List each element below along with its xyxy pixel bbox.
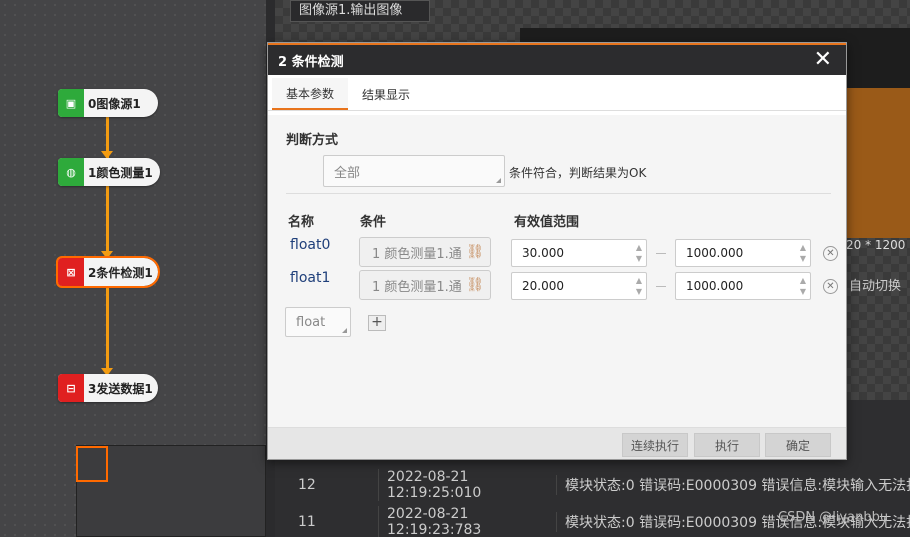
condition-check-dialog: 2 条件检测 ✕ 基本参数 结果显示 判断方式 全部 条件符合，判断结果为OK … [267,42,847,460]
node-label: 0图像源1 [88,96,141,111]
log-time: 2022-08-21 12:19:25:010 [378,469,556,501]
dialog-tabs: 基本参数 结果显示 [268,75,846,111]
image-icon: ▣ [58,89,84,117]
table-row[interactable]: 12 2022-08-21 12:19:25:010 模块状态:0 错误码:E0… [290,467,910,503]
link-icon[interactable]: ⛓ [466,244,484,260]
tab-result-display[interactable]: 结果显示 [348,78,424,110]
flow-node-send-data[interactable]: ⊟ 3发送数据1 [58,374,158,402]
run-button[interactable]: 执行 [694,433,760,457]
judge-mode-select[interactable]: 全部 [323,155,505,187]
header-valid-range: 有效值范围 [514,215,580,230]
resolution-readout: 20 * 1200 [846,238,906,252]
add-condition-button[interactable]: + [368,315,386,331]
connector [106,286,109,372]
header-condition: 条件 [360,215,387,230]
spin-arrows-icon[interactable]: ▲ ▼ [800,275,806,297]
range-min-input[interactable]: 30.000 ▲ ▼ [511,239,647,267]
minimap-viewport[interactable] [76,446,108,482]
node-label: 2条件检测1 [88,265,153,280]
range-dash [656,253,666,254]
warning-sign-image [840,88,910,238]
close-icon[interactable]: ✕ [814,47,832,73]
watermark: CSDN @liyanbbu [778,510,889,525]
condition-source-text: 1 颜色测量1.通 [372,246,462,262]
flow-canvas[interactable]: ▣ 0图像源1 ◍ 1颜色测量1 ⊠ 2条件检测1 ⊟ 3发送数据1 [0,0,266,537]
connector [106,186,109,254]
judge-hint: 条件符合，判断结果为OK [509,166,647,180]
range-max-value: 1000.000 [686,279,744,293]
range-max-value: 1000.000 [686,246,744,260]
remove-condition-icon[interactable]: ✕ [823,279,838,294]
image-source-tab[interactable]: 图像源1.输出图像 [290,0,430,22]
tab-basic-params[interactable]: 基本参数 [272,78,349,110]
spin-arrows-icon[interactable]: ▲ ▼ [636,275,642,297]
spin-arrows-icon[interactable]: ▲ ▼ [800,242,806,264]
dialog-footer: 连续执行 执行 确定 [268,427,846,459]
condition-check-icon: ⊠ [58,258,84,286]
node-label: 1颜色测量1 [88,165,153,180]
condition-name: float0 [290,237,331,253]
node-label: 3发送数据1 [88,381,153,396]
log-id: 12 [298,477,316,493]
condition-name: float1 [290,270,331,286]
flow-node-image-source[interactable]: ▣ 0图像源1 [58,89,158,117]
log-time: 2022-08-21 12:19:23:783 [378,506,556,537]
range-min-value: 30.000 [522,246,564,260]
log-id: 11 [298,514,316,530]
condition-source-text: 1 颜色测量1.通 [372,279,462,295]
condition-source-field[interactable]: 1 颜色测量1.通 ⛓ [359,237,491,267]
range-min-input[interactable]: 20.000 ▲ ▼ [511,272,647,300]
color-measure-icon: ◍ [58,158,84,186]
remove-condition-icon[interactable]: ✕ [823,246,838,261]
link-icon[interactable]: ⛓ [466,277,484,293]
header-name: 名称 [288,215,315,230]
dialog-body: 判断方式 全部 条件符合，判断结果为OK 名称 条件 有效值范围 float0 … [268,115,846,427]
ok-button[interactable]: 确定 [765,433,831,457]
flow-node-condition-check[interactable]: ⊠ 2条件检测1 [56,256,160,288]
auto-switch-label[interactable]: 自动切换 [849,275,901,294]
dialog-title: 2 条件检测 [268,43,846,75]
divider [286,193,831,194]
spin-arrows-icon[interactable]: ▲ ▼ [636,242,642,264]
judge-mode-label: 判断方式 [286,133,339,148]
log-message: 模块状态:0 错误码:E0000309 错误信息:模块输入无法找 [556,475,910,495]
flow-node-color-measure[interactable]: ◍ 1颜色测量1 [58,158,160,186]
condition-source-field[interactable]: 1 颜色测量1.通 ⛓ [359,270,491,300]
send-data-icon: ⊟ [58,374,84,402]
range-max-input[interactable]: 1000.000 ▲ ▼ [675,272,811,300]
continuous-run-button[interactable]: 连续执行 [622,433,688,457]
range-dash [656,286,666,287]
range-min-value: 20.000 [522,279,564,293]
type-select[interactable]: float [285,307,351,337]
range-max-input[interactable]: 1000.000 ▲ ▼ [675,239,811,267]
